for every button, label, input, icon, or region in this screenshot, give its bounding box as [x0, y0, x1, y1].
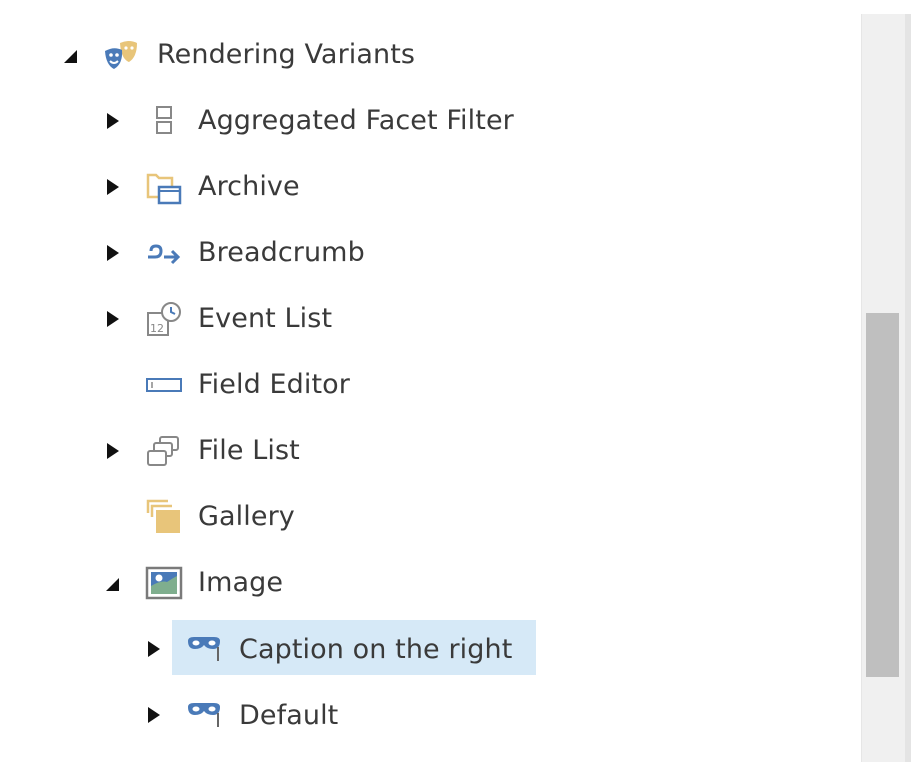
tree-item-event-list[interactable]: Event List	[198, 305, 332, 332]
expand-toggle-caption-on-the-right[interactable]	[143, 639, 163, 659]
tree-item-default[interactable]: Default	[239, 702, 338, 729]
triangle-collapsed-icon	[107, 311, 119, 327]
vertical-scrollbar-thumb[interactable]	[866, 313, 899, 677]
picture-icon	[145, 564, 183, 602]
gallery-folder-icon	[145, 498, 183, 536]
tree-item-breadcrumb[interactable]: Breadcrumb	[198, 239, 365, 266]
tree-item-file-list[interactable]: File List	[198, 437, 300, 464]
tree-item-archive[interactable]: Archive	[198, 173, 300, 200]
tree-item-rendering-variants[interactable]: Rendering Variants	[157, 41, 415, 68]
expand-toggle-archive[interactable]	[102, 177, 122, 197]
mask-variant-icon	[185, 630, 223, 668]
expand-toggle-event-list[interactable]	[102, 309, 122, 329]
breadcrumb-arrow-icon	[145, 234, 183, 272]
tree-item-gallery[interactable]: Gallery	[198, 503, 295, 530]
archive-folder-icon	[145, 168, 183, 206]
triangle-expanded-icon	[106, 578, 119, 591]
facet-filter-icon	[145, 102, 183, 140]
triangle-collapsed-icon	[107, 113, 119, 129]
collapse-toggle-rendering-variants[interactable]	[60, 46, 80, 66]
triangle-collapsed-icon	[107, 443, 119, 459]
theater-masks-icon	[102, 36, 140, 74]
tree-item-caption-on-the-right[interactable]: Caption on the right	[239, 636, 512, 663]
mask-variant-icon	[185, 696, 223, 734]
scrollbar-edge	[905, 14, 911, 762]
expand-toggle-breadcrumb[interactable]	[102, 243, 122, 263]
tree-item-aggregated-facet-filter[interactable]: Aggregated Facet Filter	[198, 107, 514, 134]
content-tree: Rendering Variants Aggregated Facet Filt…	[0, 0, 860, 762]
tree-item-image[interactable]: Image	[198, 569, 283, 596]
triangle-collapsed-icon	[107, 245, 119, 261]
triangle-expanded-icon	[64, 50, 77, 63]
file-list-windows-icon	[145, 432, 183, 470]
tree-item-field-editor[interactable]: Field Editor	[198, 371, 350, 398]
expand-toggle-file-list[interactable]	[102, 441, 122, 461]
field-input-icon	[145, 366, 183, 404]
triangle-collapsed-icon	[148, 707, 160, 723]
collapse-toggle-image[interactable]	[102, 574, 122, 594]
calendar-clock-icon: 12	[145, 300, 183, 338]
triangle-collapsed-icon	[148, 641, 160, 657]
expand-toggle-default[interactable]	[143, 705, 163, 725]
svg-text:12: 12	[150, 322, 164, 335]
expand-toggle-aggregated-facet-filter[interactable]	[102, 111, 122, 131]
triangle-collapsed-icon	[107, 179, 119, 195]
